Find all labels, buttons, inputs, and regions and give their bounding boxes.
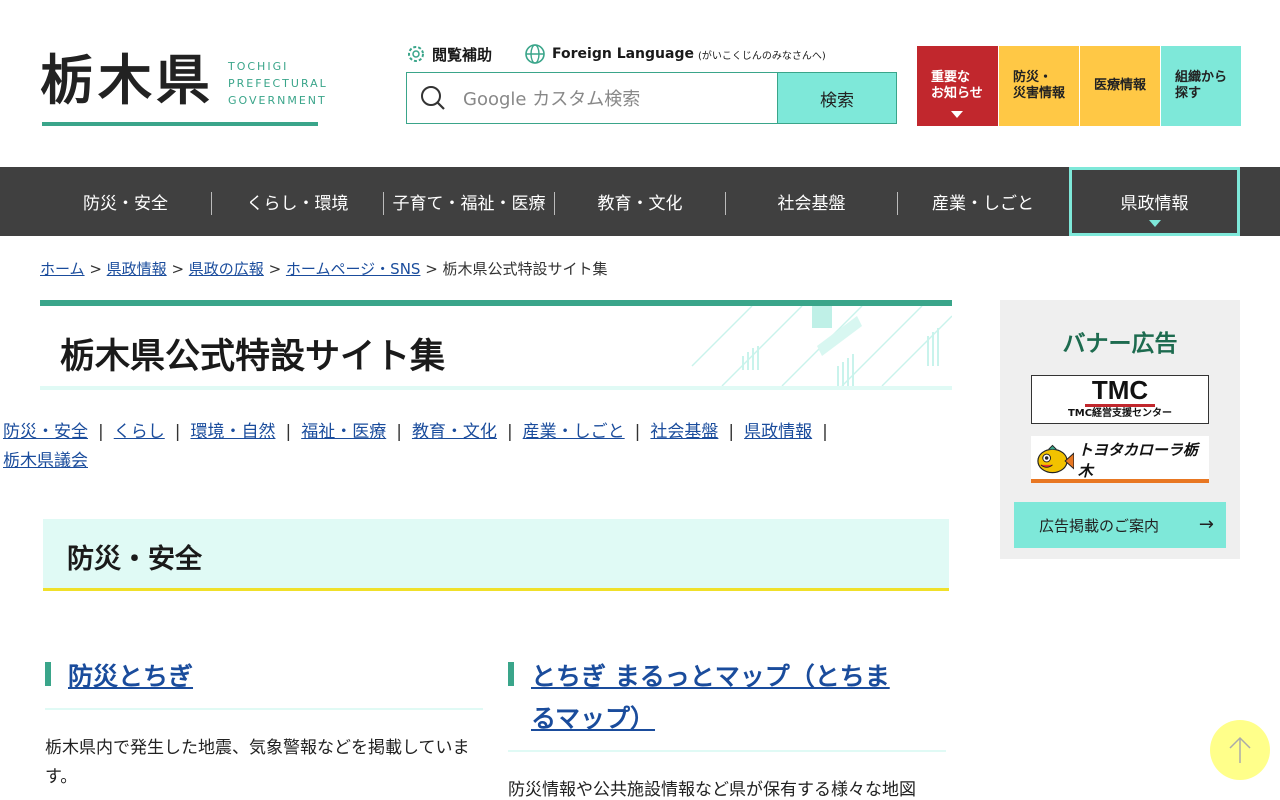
logo-english: TOCHIGI PREFECTURAL GOVERNMENT [228, 60, 328, 107]
quick-links: 重要な お知らせ 防災・ 災害情報 医療情報 組織から 探す [917, 46, 1241, 126]
breadcrumb-home[interactable]: ホーム [40, 260, 85, 278]
card-title: とちぎ まるっとマップ（とちま るマップ） [508, 656, 946, 740]
gnav-item-infrastructure[interactable]: 社会基盤 [726, 167, 897, 236]
triangle-down-icon [1148, 220, 1161, 227]
main-content: 栃木県公式特設サイト集 [40, 300, 952, 390]
card-divider [508, 750, 946, 752]
category-link-welfare-medical[interactable]: 福祉・医療 [301, 422, 386, 442]
global-navigation: 防災・安全 くらし・環境 子育て・福祉・医療 教育・文化 社会基盤 産業・しごと… [0, 167, 1280, 236]
search-form: Google カスタム検索 検索 [406, 72, 897, 124]
gnav-item-prefectural-info[interactable]: 県政情報 [1069, 167, 1240, 236]
search-by-organization-button[interactable]: 組織から 探す [1160, 46, 1241, 126]
breadcrumb: ホーム > 県政情報 > 県政の広報 > ホームページ・SNS > 栃木県公式特… [40, 260, 608, 278]
category-link-assembly[interactable]: 栃木県議会 [3, 451, 88, 471]
reading-assist-link[interactable]: 閲覧補助 [406, 44, 492, 65]
card-link-tochimaru-map[interactable]: とちぎ まるっとマップ（とちま るマップ） [531, 662, 890, 733]
globe-icon [525, 44, 545, 64]
gear-icon [408, 46, 424, 62]
card-description: 栃木県内で発生した地震、気象警報などを掲載しています。 [45, 738, 470, 787]
breadcrumb-public-relations[interactable]: 県政の広報 [189, 260, 264, 278]
gnav-item-disaster-safety[interactable]: 防災・安全 [40, 167, 211, 236]
category-links: 防災・安全 | くらし | 環境・自然 | 福祉・医療 | 教育・文化 | 産業・しごと | 社会基盤 |… [3, 422, 828, 471]
category-link-industry-work[interactable]: 産業・しごと [523, 422, 625, 442]
gnav-item-childcare-welfare[interactable]: 子育て・福祉・医療 [384, 167, 554, 236]
foreign-language-link[interactable]: Foreign Language (がいこくじんのみなさんへ) [524, 43, 826, 65]
breadcrumb-current: 栃木県公式特設サイト集 [442, 260, 608, 278]
page-title: 栃木県公式特設サイト集 [60, 337, 446, 377]
utility-links: 閲覧補助 Foreign Language (がいこくじんのみなさんへ) [406, 42, 858, 66]
banner-ad-panel: バナー広告 TMC TMC経営支援センター トヨタカローラ栃木 広告掲載のご案内… [1000, 300, 1240, 559]
disaster-info-button[interactable]: 防災・ 災害情報 [998, 46, 1079, 126]
gnav-item-industry-work[interactable]: 産業・しごと [898, 167, 1068, 236]
fish-mascot-icon [1037, 444, 1074, 473]
gnav-item-living-environment[interactable]: くらし・環境 [212, 167, 383, 236]
arrow-right-icon: → [1198, 514, 1214, 535]
search-icon [421, 86, 445, 110]
search-button[interactable]: 検索 [777, 73, 896, 123]
site-card: とちぎ まるっとマップ（とちま るマップ） 防災情報や公共施設情報など県が保有する… [508, 656, 946, 800]
category-link-prefectural-info[interactable]: 県政情報 [744, 422, 812, 442]
search-input[interactable]: Google カスタム検索 [407, 73, 777, 123]
banner-toyota-corolla[interactable]: トヨタカローラ栃木 [1031, 436, 1209, 483]
category-link-education-culture[interactable]: 教育・文化 [412, 422, 497, 442]
arrow-up-icon [1229, 736, 1251, 763]
gnav-item-education-culture[interactable]: 教育・文化 [555, 167, 725, 236]
category-link-living[interactable]: くらし [114, 422, 165, 442]
section-title: 防災・安全 [67, 544, 202, 575]
category-link-environment-nature[interactable]: 環境・自然 [190, 422, 275, 442]
card-title: 防災とちぎ [45, 656, 483, 698]
site-header: 栃木県 TOCHIGI PREFECTURAL GOVERNMENT 閲覧補助 … [0, 0, 1280, 167]
category-link-disaster-safety[interactable]: 防災・安全 [3, 422, 88, 442]
breadcrumb-homepage-sns[interactable]: ホームページ・SNS [286, 260, 421, 278]
logo-underline [42, 122, 318, 126]
medical-info-button[interactable]: 医療情報 [1079, 46, 1160, 126]
banner-tmc[interactable]: TMC TMC経営支援センター [1031, 375, 1209, 424]
site-card: 防災とちぎ 栃木県内で発生した地震、気象警報などを掲載しています。 [45, 656, 483, 792]
card-link-bousai-tochigi[interactable]: 防災とちぎ [68, 662, 193, 691]
triangle-down-icon [951, 111, 963, 118]
ad-info-link[interactable]: 広告掲載のご案内 → [1014, 502, 1226, 548]
card-divider [45, 708, 483, 710]
banner-ad-title: バナー広告 [1062, 331, 1178, 357]
page-title-box: 栃木県公式特設サイト集 [40, 300, 952, 390]
category-link-infrastructure[interactable]: 社会基盤 [650, 422, 718, 442]
card-description: 防災情報や公共施設情報など県が保有する様々な地図 [508, 780, 916, 800]
breadcrumb-prefectural-info[interactable]: 県政情報 [107, 260, 167, 278]
logo-kanji: 栃木県 [40, 49, 214, 112]
important-notice-button[interactable]: 重要な お知らせ [917, 46, 998, 126]
decorative-pattern [691, 306, 952, 386]
section-header: 防災・安全 [43, 519, 949, 591]
back-to-top-button[interactable] [1210, 720, 1270, 780]
site-logo[interactable]: 栃木県 TOCHIGI PREFECTURAL GOVERNMENT [40, 49, 326, 128]
